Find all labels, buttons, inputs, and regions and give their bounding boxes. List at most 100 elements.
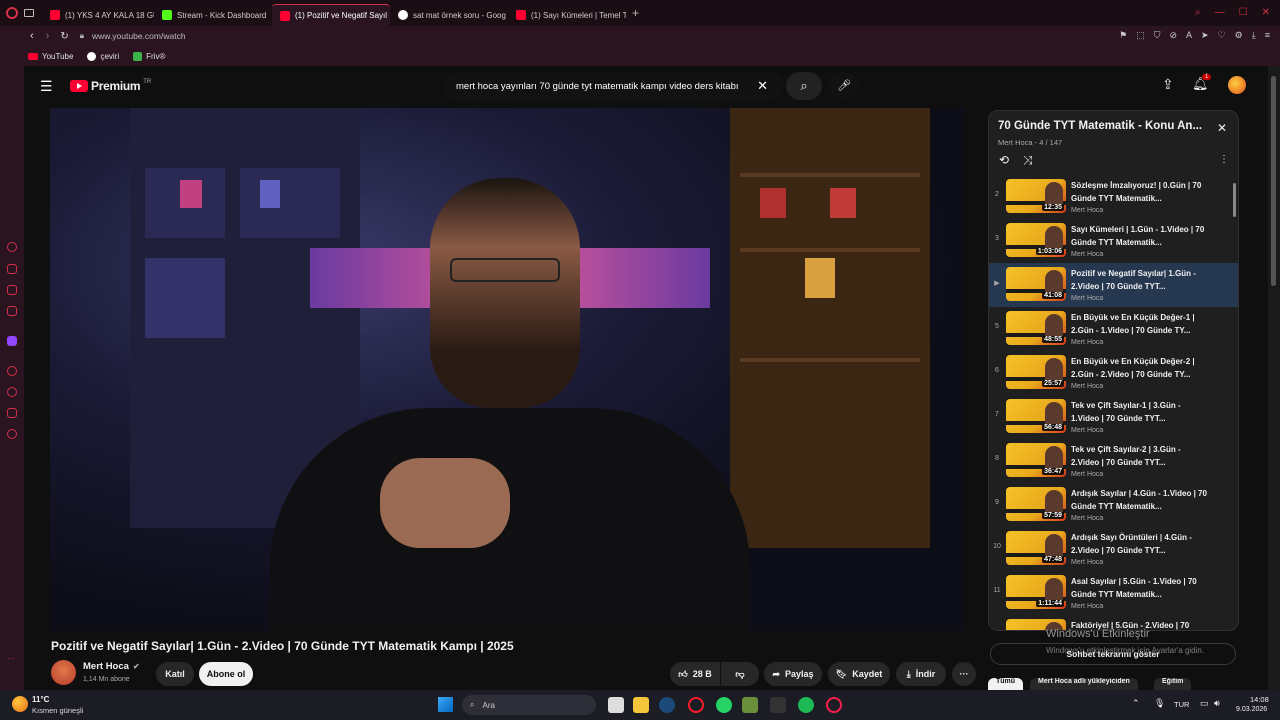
steam-icon[interactable] — [659, 697, 675, 713]
reload-icon[interactable]: ↻ — [60, 31, 68, 42]
avatar[interactable] — [1228, 76, 1246, 94]
video-thumbnail[interactable]: 25:57 — [1006, 355, 1066, 389]
search-tabs-icon[interactable]: ⌕ — [1195, 7, 1201, 18]
opera-icon[interactable] — [688, 697, 704, 713]
youtube-premium-logo[interactable]: Premium TR — [70, 79, 151, 93]
playlist-scrollbar[interactable] — [1233, 183, 1236, 217]
list-item[interactable]: 6 25:57 En Büyük ve En Küçük Değer-2 | 2… — [989, 351, 1238, 395]
video-thumbnail[interactable]: 1:03:06 — [1006, 223, 1066, 257]
search-input[interactable]: mert hoca yayınları 70 günde tyt matemat… — [444, 72, 784, 100]
filter-chip-all[interactable]: Tümü — [988, 678, 1024, 690]
dislike-button[interactable]: 👎︎ — [721, 662, 759, 686]
close-playlist-icon[interactable]: ✕ — [1217, 121, 1227, 135]
history-icon[interactable] — [7, 387, 17, 397]
pinboard-icon[interactable] — [7, 408, 17, 418]
microphone-tray-icon[interactable]: 🎙︎ — [1154, 698, 1165, 709]
back-icon[interactable]: ‹ — [30, 30, 34, 42]
translate-icon[interactable]: A — [1186, 30, 1192, 41]
filter-chip-uploader[interactable]: Mert Hoca adlı yükleyiciden — [1030, 678, 1138, 690]
video-thumbnail[interactable]: 1:11:44 — [1006, 575, 1066, 609]
minimize-icon[interactable]: — — [1215, 7, 1225, 18]
workspaces-icon[interactable] — [24, 9, 34, 17]
new-tab-icon[interactable]: + — [632, 6, 639, 20]
extension-icon[interactable]: ⚑ — [1119, 30, 1127, 41]
search-icon[interactable]: ⌕ — [786, 72, 822, 100]
crypto-wallet-icon[interactable] — [7, 264, 17, 274]
tab-yks[interactable]: (1) YKS 4 AY KALA 18 GÜN — [42, 4, 154, 26]
spotify-icon[interactable] — [798, 697, 814, 713]
tray-overflow-icon[interactable]: ⌃ — [1132, 698, 1140, 709]
like-button[interactable]: 👍︎ 28 B — [670, 662, 720, 686]
video-thumbnail[interactable]: 47:48 — [1006, 531, 1066, 565]
language-indicator[interactable]: TUR — [1174, 700, 1189, 709]
show-chat-replay-button[interactable]: Sohbet tekrarını göster — [990, 643, 1236, 665]
video-thumbnail[interactable]: 36:47 — [1006, 443, 1066, 477]
loop-icon[interactable]: ⟲ — [999, 153, 1009, 167]
page-scrollbar-thumb[interactable] — [1271, 76, 1276, 286]
bookmark-ceviri[interactable]: çeviri — [87, 51, 119, 61]
download-button[interactable]: ⤓ İndir — [896, 662, 946, 686]
minecraft-icon[interactable] — [742, 697, 758, 713]
video-player[interactable] — [50, 108, 964, 631]
twitch-icon[interactable] — [7, 336, 17, 346]
list-item[interactable]: 7 56:48 Tek ve Çift Sayılar-1 | 3.Gün - … — [989, 395, 1238, 439]
page-scrollbar[interactable] — [1268, 66, 1280, 690]
vpn-icon[interactable]: ⛉ — [1154, 30, 1161, 41]
subscribe-button[interactable]: Abone ol — [199, 662, 253, 686]
snapshot-icon[interactable]: ⬚ — [1136, 30, 1145, 41]
video-thumbnail[interactable]: 41:08 — [1006, 267, 1066, 301]
volume-icon[interactable]: 🔊︎ — [1214, 698, 1220, 709]
weather-temp[interactable]: 11°C — [32, 695, 49, 704]
aria-icon[interactable] — [7, 242, 17, 252]
close-window-icon[interactable]: ✕ — [1262, 7, 1270, 18]
clock-time[interactable]: 14:08 — [1250, 695, 1269, 704]
start-button[interactable] — [438, 697, 453, 712]
share-button[interactable]: ➦ Paylaş — [764, 662, 822, 686]
network-icon[interactable]: ▭ — [1200, 698, 1209, 709]
clock-date[interactable]: 9.03.2026 — [1236, 706, 1267, 713]
list-item[interactable]: 9 57:59 Ardışık Sayılar | 4.Gün - 1.Vide… — [989, 483, 1238, 527]
mail-icon[interactable] — [7, 306, 17, 316]
easy-setup-icon[interactable]: ⚙ — [1235, 30, 1243, 41]
adblock-icon[interactable]: ⊘ — [1169, 30, 1177, 41]
more-sidebar-icon[interactable]: ··· — [7, 654, 15, 663]
weather-icon[interactable] — [12, 696, 28, 712]
list-item[interactable]: 2 12:35 Sözleşme İmzalıyoruz! | 0.Gün | … — [989, 175, 1238, 219]
video-thumbnail[interactable]: 57:59 — [1006, 487, 1066, 521]
share-icon[interactable]: ➤ — [1201, 30, 1209, 41]
list-item[interactable]: 3 1:03:06 Sayı Kümeleri | 1.Gün - 1.Vide… — [989, 219, 1238, 263]
bookmark-youtube[interactable]: YouTube — [28, 52, 73, 61]
hamburger-menu-icon[interactable]: ☰ — [40, 78, 53, 95]
channel-avatar[interactable] — [51, 660, 76, 685]
download-icon[interactable]: ⤓ — [1252, 30, 1256, 41]
bookmark-friv[interactable]: Friv® — [133, 51, 165, 61]
settings-icon[interactable] — [7, 429, 17, 439]
video-thumbnail[interactable]: 56:48 — [1006, 399, 1066, 433]
list-item[interactable]: 10 47:48 Ardışık Sayı Örüntüleri | 4.Gün… — [989, 527, 1238, 571]
opera-gx-icon[interactable] — [826, 697, 842, 713]
playlist-more-icon[interactable]: ⋮ — [1219, 154, 1229, 165]
video-thumbnail[interactable]: 12:35 — [1006, 179, 1066, 213]
tab-pozitif-negatif[interactable]: (1) Pozitif ve Negatif Sayıl — [272, 4, 390, 26]
taskbar-search[interactable]: ⌕ Ara — [462, 695, 596, 715]
playlist-title[interactable]: 70 Günde TYT Matematik - Konu An... — [998, 120, 1208, 132]
file-explorer-icon[interactable] — [633, 697, 649, 713]
heart-icon[interactable]: ♡ — [1218, 30, 1226, 41]
list-item[interactable]: 11 1:11:44 Asal Sayılar | 5.Gün - 1.Vide… — [989, 571, 1238, 615]
forward-icon[interactable]: › — [46, 30, 50, 42]
join-button[interactable]: Katıl — [156, 662, 194, 686]
opera-logo-icon[interactable] — [6, 7, 18, 19]
more-actions-button[interactable]: ··· — [952, 662, 976, 686]
tab-kick[interactable]: Stream - Kick Dashboard — [154, 4, 272, 26]
tab-sayi-kumeleri[interactable]: (1) Sayı Kümeleri | Temel T — [508, 4, 626, 26]
upload-icon[interactable]: ⇪ — [1162, 76, 1174, 93]
menu-icon[interactable]: ≡ — [1265, 30, 1270, 41]
player-icon[interactable] — [7, 366, 17, 376]
list-item[interactable]: 5 48:55 En Büyük ve En Küçük Değer-1 | 2… — [989, 307, 1238, 351]
messenger-icon[interactable] — [7, 285, 17, 295]
maximize-icon[interactable]: ☐ — [1239, 7, 1248, 18]
shuffle-icon[interactable]: ⤨ — [1023, 153, 1033, 168]
epic-games-icon[interactable] — [770, 697, 786, 713]
task-view-icon[interactable] — [608, 697, 624, 713]
url-field[interactable]: www.youtube.com/watch — [92, 31, 186, 41]
